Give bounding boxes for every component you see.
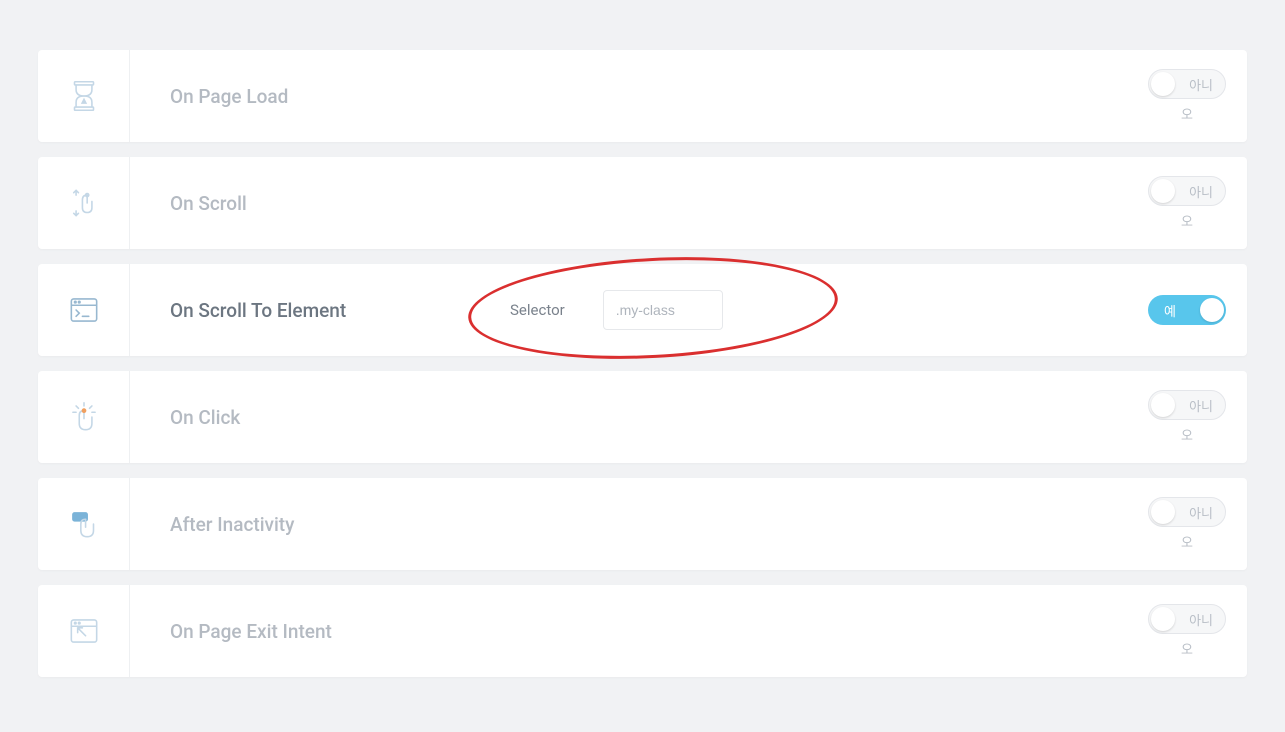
trigger-title: On Scroll (170, 192, 247, 215)
hourglass-icon (38, 50, 130, 142)
trigger-row-exit-intent: On Page Exit Intent 아니 오 (38, 585, 1247, 677)
toggle-off-label: 아니 (1189, 610, 1213, 629)
trigger-title: After Inactivity (170, 513, 294, 536)
trigger-title: On Click (170, 406, 240, 429)
exit-intent-icon (38, 585, 130, 677)
selector-label: Selector (510, 301, 565, 319)
toggle-off-label: 아니 (1189, 75, 1213, 94)
toggle-knob (1151, 500, 1175, 524)
toggle-cell: 아니 오 (1127, 585, 1247, 677)
selector-group: Selector (510, 290, 723, 330)
trigger-row-scroll-to-element: On Scroll To Element Selector 예 (38, 264, 1247, 356)
toggle-exit-intent[interactable]: 아니 (1148, 604, 1226, 634)
toggle-off-sub: 오 (1181, 104, 1193, 123)
toggle-off-label: 아니 (1189, 503, 1213, 522)
trigger-row-page-load: On Page Load 아니 오 (38, 50, 1247, 142)
toggle-off-sub: 오 (1181, 532, 1193, 551)
click-icon (38, 371, 130, 463)
toggle-on-label: 예 (1164, 301, 1176, 320)
trigger-row-inactivity: After Inactivity 아니 오 (38, 478, 1247, 570)
toggle-cell: 아니 오 (1127, 371, 1247, 463)
trigger-row-scroll: On Scroll 아니 오 (38, 157, 1247, 249)
toggle-knob (1151, 607, 1175, 631)
toggle-scroll[interactable]: 아니 (1148, 176, 1226, 206)
toggle-cell: 아니 오 (1127, 157, 1247, 249)
trigger-title: On Scroll To Element (170, 299, 346, 322)
toggle-knob (1200, 298, 1224, 322)
toggle-off-label: 아니 (1189, 182, 1213, 201)
row-content: On Scroll (130, 157, 1127, 249)
row-content: On Scroll To Element Selector (130, 264, 1127, 356)
trigger-title: On Page Exit Intent (170, 620, 332, 643)
row-content: After Inactivity (130, 478, 1127, 570)
row-content: On Page Exit Intent (130, 585, 1127, 677)
trigger-title: On Page Load (170, 85, 288, 108)
toggle-knob (1151, 72, 1175, 96)
toggle-inactivity[interactable]: 아니 (1148, 497, 1226, 527)
toggle-cell: 아니 오 (1127, 478, 1247, 570)
toggle-knob (1151, 179, 1175, 203)
selector-input[interactable] (603, 290, 723, 330)
toggle-off-sub: 오 (1181, 211, 1193, 230)
trigger-row-click: On Click 아니 오 (38, 371, 1247, 463)
toggle-knob (1151, 393, 1175, 417)
toggle-off-label: 아니 (1189, 396, 1213, 415)
toggle-scroll-to-element[interactable]: 예 (1148, 295, 1226, 325)
toggle-cell: 예 (1127, 264, 1247, 356)
terminal-icon (38, 264, 130, 356)
toggle-click[interactable]: 아니 (1148, 390, 1226, 420)
inactivity-icon (38, 478, 130, 570)
toggle-cell: 아니 오 (1127, 50, 1247, 142)
toggle-off-sub: 오 (1181, 639, 1193, 658)
row-content: On Page Load (130, 50, 1127, 142)
row-content: On Click (130, 371, 1127, 463)
toggle-off-sub: 오 (1181, 425, 1193, 444)
scroll-icon (38, 157, 130, 249)
toggle-page-load[interactable]: 아니 (1148, 69, 1226, 99)
